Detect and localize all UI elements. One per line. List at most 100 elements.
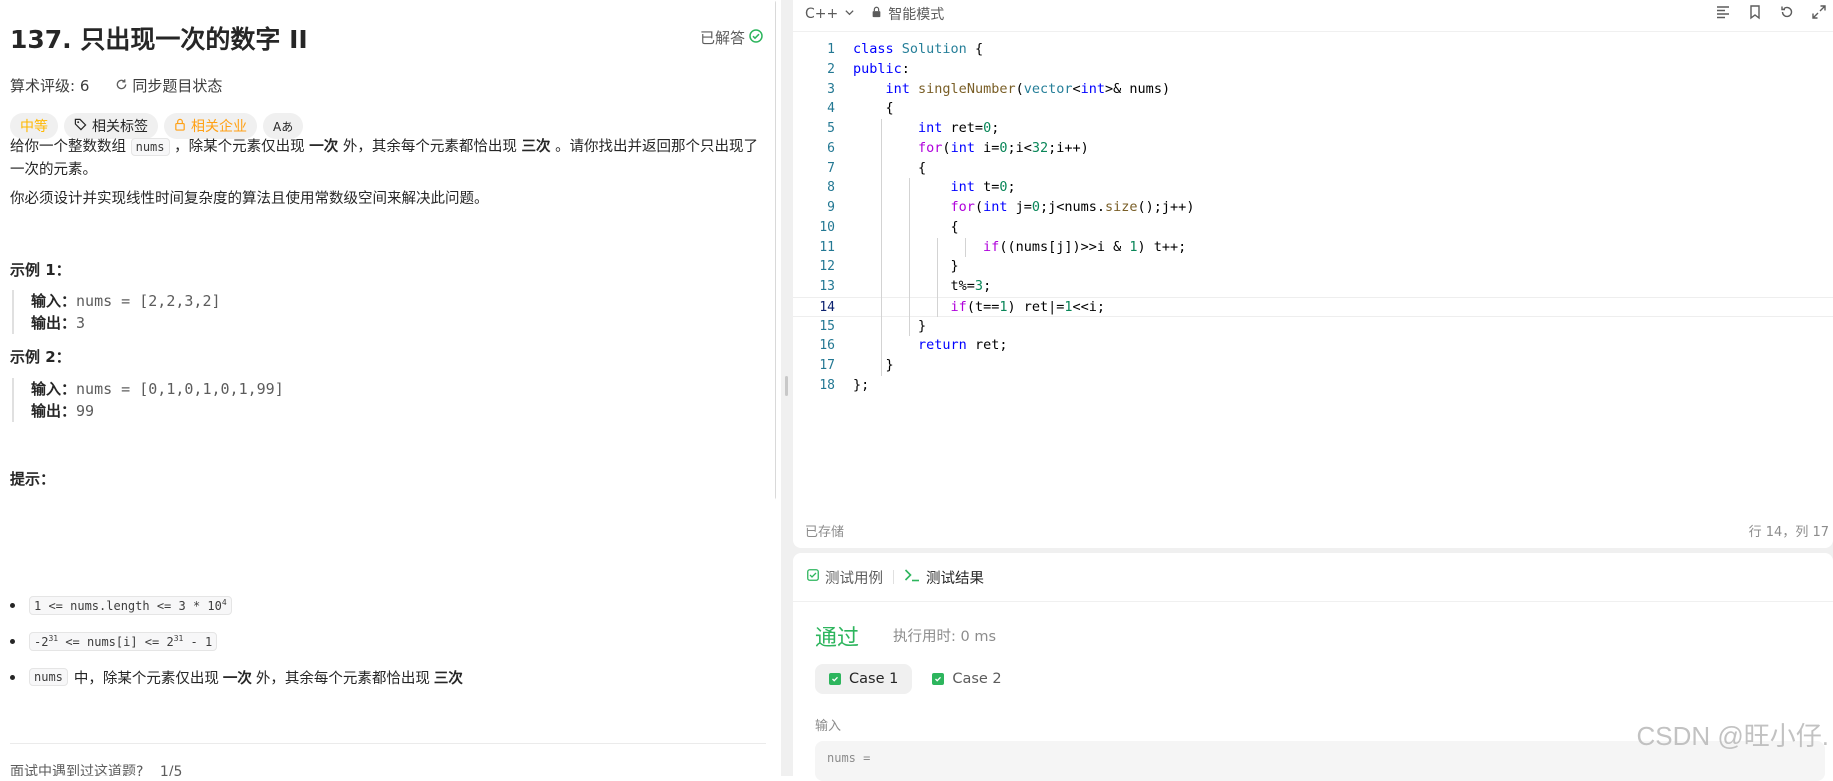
case-2-tab[interactable]: Case 2: [918, 664, 1015, 694]
code-text: }: [853, 258, 959, 275]
code-line[interactable]: 7 {: [793, 159, 1833, 179]
line-number: 15: [819, 318, 835, 334]
example-output: 99: [76, 402, 95, 420]
bullet: [10, 674, 15, 680]
check-icon: [829, 673, 841, 685]
left-scrollbar[interactable]: [775, 0, 776, 500]
code-line[interactable]: 18};: [793, 376, 1833, 396]
code-text: class Solution {: [853, 41, 984, 57]
hint-bold: 三次: [433, 670, 463, 687]
line-number: 17: [819, 358, 835, 373]
cursor-position: 行 14，列 17: [1748, 525, 1829, 540]
sync-status-button[interactable]: 同步题目状态: [115, 75, 222, 96]
code-line[interactable]: 2 public:: [793, 60, 1833, 80]
watermark: CSDN @旺小仔.: [1636, 721, 1829, 751]
rating-label: 算术评级: 6: [10, 77, 90, 95]
code-line[interactable]: 1 class Solution {: [793, 40, 1833, 60]
met-label: 面试中遇到过这道题?: [10, 764, 144, 776]
reset-icon[interactable]: [1779, 4, 1797, 22]
list-item: nums 中，除某个元素仅出现 一次 外，其余每个元素都恰出现 三次: [10, 659, 463, 695]
code-text: }: [853, 317, 927, 334]
code-line[interactable]: 16 return ret;: [793, 336, 1833, 356]
code-text: int singleNumber(vector<int>& nums): [885, 80, 1171, 97]
verdict: 通过: [815, 626, 860, 651]
line-number: 16: [819, 338, 835, 354]
description-paragraph-1: 给你一个整数数组 nums ，除某个元素仅出现 一次 外，其余每个元素都恰出现 …: [10, 136, 770, 182]
format-icon[interactable]: [1715, 4, 1733, 22]
line-number: 9: [827, 200, 835, 215]
line-number: 1: [827, 42, 835, 57]
desc-text: ，除某个元素仅出现: [174, 139, 305, 155]
divider: [10, 743, 766, 744]
line-number: 13: [819, 279, 835, 294]
hints-list: 1 <= nums.length <= 3 * 104 -231 <= nums…: [10, 587, 463, 695]
code-line[interactable]: 6 for(int i=0;i<32;i++): [793, 139, 1833, 159]
code-line[interactable]: 4 {: [793, 99, 1833, 119]
case-tabs: Case 1 Case 2: [815, 664, 1016, 694]
toolbar-divider: [793, 31, 1833, 32]
hint-text: -2: [34, 634, 49, 649]
check-circle-icon: [749, 28, 763, 47]
desc-text: 给你一个整数数组: [10, 139, 126, 155]
splitter-grip[interactable]: [785, 376, 788, 396]
bookmark-icon[interactable]: [1747, 4, 1765, 22]
case-label: Case 2: [952, 671, 1002, 687]
code-editor[interactable]: C++ 智能模式 1 class Solution { 2 public: 3 int …: [793, 0, 1833, 548]
code-line[interactable]: 10 {: [793, 218, 1833, 238]
hint-text: - 1: [183, 634, 213, 649]
code-area[interactable]: 1 class Solution { 2 public: 3 int singleNum…: [793, 40, 1833, 396]
mode-label: 智能模式: [888, 7, 945, 23]
code-line[interactable]: 8 int t=0;: [793, 178, 1833, 198]
desc-bold: 一次: [309, 139, 339, 155]
solved-status: 已解答: [700, 27, 763, 48]
code-text: public:: [853, 60, 910, 77]
case-1-tab[interactable]: Case 1: [815, 664, 913, 694]
output-label: 输出：: [31, 314, 77, 332]
result-divider: [793, 601, 1833, 602]
code-line[interactable]: 9 for(int j=0;j<nums.size();j++): [793, 198, 1833, 218]
editor-actions: [1715, 4, 1829, 22]
hint-text: <= nums[i] <= 2: [58, 634, 174, 649]
hint-text: 1 <= nums.length <= 3 * 10: [34, 598, 222, 613]
code-line[interactable]: 17 }: [793, 356, 1833, 376]
indent-guide: [909, 178, 910, 337]
saved-status: 已存储: [805, 525, 845, 540]
tab-testcase[interactable]: 测试用例: [807, 567, 883, 588]
tab-testcase-label: 测试用例: [825, 570, 883, 587]
line-number: 5: [827, 121, 835, 136]
solved-label: 已解答: [700, 29, 746, 47]
chevron-down-icon: [844, 6, 855, 22]
check-icon: [932, 673, 945, 685]
line-number: 10: [819, 219, 835, 235]
code-line[interactable]: 14 if(t==1) ret|=1<<i;: [793, 296, 1833, 317]
met-in-interview[interactable]: 面试中遇到过这道题? 1/5: [10, 761, 182, 776]
case-label: Case 1: [849, 671, 899, 687]
example-1-block: 输入：nums = [2,2,3,2] 输出：3: [12, 290, 221, 334]
inline-code: nums: [29, 668, 68, 686]
code-text: return ret;: [918, 337, 1008, 354]
code-line[interactable]: 11 if((nums[j])>>i & 1) t++;: [793, 238, 1833, 258]
lock-icon: [174, 118, 186, 135]
line-number: 7: [827, 160, 835, 176]
code-text: for(int i=0;i<32;i++): [918, 139, 1089, 156]
editor-toolbar: C++ 智能模式: [805, 0, 944, 28]
panel-splitter[interactable]: [781, 0, 793, 776]
related-companies-label: 相关企业: [191, 119, 247, 135]
code-text: int t=0;: [950, 179, 1016, 196]
tag-icon: [74, 118, 87, 135]
input-label: 输入: [815, 719, 842, 734]
code-line[interactable]: 12 }: [793, 257, 1833, 277]
language-select[interactable]: C++: [805, 6, 855, 22]
code-line[interactable]: 15 }: [793, 317, 1833, 337]
code-text: {: [853, 159, 927, 176]
expand-icon[interactable]: [1811, 4, 1829, 22]
code-line[interactable]: 13 t%=3;: [793, 277, 1833, 297]
problem-title[interactable]: 137. 只出现一次的数字 II: [10, 20, 308, 56]
smart-mode-toggle[interactable]: 智能模式: [871, 4, 944, 24]
sync-label: 同步题目状态: [132, 77, 223, 95]
code-line[interactable]: 5 int ret=0;: [793, 119, 1833, 139]
code-text: for(int j=0;j<nums.size();j++): [950, 199, 1195, 215]
example-output: 3: [76, 314, 86, 332]
code-line[interactable]: 3 int singleNumber(vector<int>& nums): [793, 80, 1833, 100]
tab-result[interactable]: 测试结果: [904, 567, 984, 588]
